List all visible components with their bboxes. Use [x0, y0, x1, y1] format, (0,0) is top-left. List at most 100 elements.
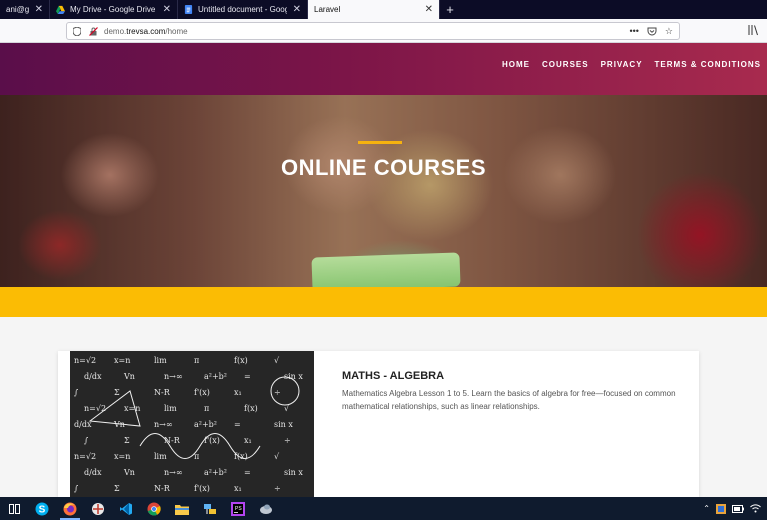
close-icon[interactable]: ✕ — [35, 4, 43, 15]
chalk-formula: n→∞ — [164, 372, 183, 381]
tab-title: ani@gmai — [6, 5, 29, 14]
chalk-formula: = — [244, 372, 251, 381]
misc-app-button[interactable] — [252, 497, 280, 520]
nav-terms-link[interactable]: TERMS & CONDITIONS — [655, 60, 761, 69]
wifi-icon[interactable] — [750, 504, 761, 513]
hero-title: ONLINE COURSES — [280, 155, 487, 180]
chalk-formula: n=√2 — [74, 452, 96, 461]
nav-privacy-link[interactable]: PRIVACY — [601, 60, 643, 69]
chalk-formula: a²+b² — [204, 372, 227, 381]
site-header: HOME COURSES PRIVACY TERMS & CONDITIONS — [0, 43, 767, 95]
chalk-formula: ∫ — [74, 484, 79, 493]
chalk-formula: Σ — [114, 484, 120, 493]
course-card[interactable]: n=√2 x=n lim π f(x) √ d/dx Vn n→∞ a²+b² = sin x ∫ Σ N-… — [58, 351, 699, 497]
chalk-formula: Vn — [123, 468, 135, 477]
nav-courses-link[interactable]: COURSES — [542, 60, 589, 69]
chalk-formula: Vn — [123, 372, 135, 381]
library-icon[interactable] — [747, 24, 759, 36]
new-tab-button[interactable]: + — [440, 0, 460, 19]
snip-icon — [92, 502, 104, 515]
chalk-formula: π — [204, 404, 209, 413]
chalk-formula: Σ — [114, 388, 120, 397]
task-view-icon — [8, 503, 20, 514]
chalk-formula: d/dx — [84, 468, 102, 477]
main-nav: HOME COURSES PRIVACY TERMS & CONDITIONS — [502, 60, 761, 69]
accent-band — [0, 287, 767, 317]
chalk-formula: N-R — [154, 388, 171, 397]
chrome-icon — [147, 502, 161, 515]
svg-text:PS: PS — [235, 506, 242, 512]
google-docs-icon — [184, 5, 193, 14]
battery-icon[interactable] — [732, 504, 744, 513]
skype-button[interactable]: S — [28, 497, 56, 520]
chalk-formula: n→∞ — [164, 468, 183, 477]
google-drive-icon — [56, 5, 65, 14]
hero-tablet-image — [311, 252, 461, 287]
phpstorm-button[interactable]: PS — [224, 497, 252, 520]
url-path: /home — [165, 26, 188, 36]
chalk-formula: f'(x) — [194, 388, 210, 397]
network-tool-button[interactable] — [196, 497, 224, 520]
tab-laravel[interactable]: Laravel ✕ — [308, 0, 440, 19]
snip-button[interactable] — [84, 497, 112, 520]
tab-gmail[interactable]: ani@gmai ✕ — [0, 0, 50, 19]
chalk-formula: lim — [164, 404, 177, 413]
firefox-icon — [63, 502, 77, 515]
system-tray: ⌃ — [703, 497, 761, 520]
file-explorer-button[interactable] — [168, 497, 196, 520]
file-explorer-icon — [175, 504, 189, 515]
course-title[interactable]: MATHS - ALGEBRA — [342, 370, 444, 382]
chalk-formula: ∫ — [84, 436, 89, 445]
chalk-formula: f(x) — [234, 356, 248, 365]
tab-title: Laravel — [314, 5, 341, 14]
network-tool-icon — [204, 503, 216, 514]
chalk-formula: x=n — [124, 404, 140, 413]
chrome-button[interactable] — [140, 497, 168, 520]
chalk-formula: √ — [274, 452, 280, 461]
chevron-up-icon[interactable]: ⌃ — [703, 504, 710, 513]
app-tray-icon[interactable] — [716, 503, 726, 514]
tab-title: My Drive - Google Drive — [70, 5, 156, 14]
chalkboard-math-image[interactable]: n=√2 x=n lim π f(x) √ d/dx Vn n→∞ a²+b² = sin x ∫ Σ N-… — [70, 351, 314, 497]
chalk-formula: = — [234, 420, 241, 429]
svg-text:S: S — [39, 504, 46, 515]
chalk-formula: Σ — [124, 436, 130, 445]
chalk-formula: a²+b² — [204, 468, 227, 477]
tab-google-docs[interactable]: Untitled document - Google Do ✕ — [178, 0, 308, 19]
os-taskbar: S PS ⌃ — [0, 497, 767, 520]
close-icon[interactable]: ✕ — [425, 4, 433, 15]
pocket-icon[interactable] — [647, 27, 657, 36]
phpstorm-icon: PS — [231, 501, 245, 516]
firefox-button[interactable] — [56, 497, 84, 520]
chalk-formula: ÷ — [274, 484, 281, 493]
tab-google-drive[interactable]: My Drive - Google Drive ✕ — [50, 0, 178, 19]
url-bar[interactable]: demo. trevsa.com/home ••• ☆ — [66, 22, 680, 40]
chalk-formula: a²+b² — [194, 420, 217, 429]
task-view-button[interactable] — [0, 497, 28, 520]
chalk-formula: lim — [154, 356, 167, 365]
chalk-formula: n→∞ — [154, 420, 173, 429]
url-host: trevsa.com — [126, 26, 166, 36]
chalkboard-drawing: n=√2 x=n lim π f(x) √ d/dx Vn n→∞ a²+b² = sin x ∫ Σ N-… — [74, 356, 303, 493]
misc-app-icon — [260, 504, 272, 514]
chalk-formula: sin x — [284, 468, 303, 477]
chalk-formula: x=n — [114, 452, 130, 461]
tab-title: Untitled document - Google Do — [198, 5, 287, 14]
shield-icon — [73, 26, 81, 36]
chalk-formula: x=n — [114, 356, 130, 365]
chalk-formula: d/dx — [84, 372, 102, 381]
vscode-button[interactable] — [112, 497, 140, 520]
chalk-formula: ÷ — [284, 436, 291, 445]
chalk-formula: ∫ — [74, 388, 79, 397]
vscode-icon — [120, 502, 132, 515]
chalk-formula: f'(x) — [194, 484, 210, 493]
nav-home-link[interactable]: HOME — [502, 60, 530, 69]
close-icon[interactable]: ✕ — [163, 4, 171, 15]
browser-tab-strip: ani@gmai ✕ My Drive - Google Drive ✕ Unt… — [0, 0, 767, 19]
close-icon[interactable]: ✕ — [293, 4, 301, 15]
insecure-lock-icon — [89, 26, 98, 36]
chalk-formula: lim — [154, 452, 167, 461]
page-actions-more-icon[interactable]: ••• — [629, 26, 638, 36]
bookmark-star-icon[interactable]: ☆ — [665, 26, 673, 37]
hero-accent-bar — [358, 141, 402, 144]
